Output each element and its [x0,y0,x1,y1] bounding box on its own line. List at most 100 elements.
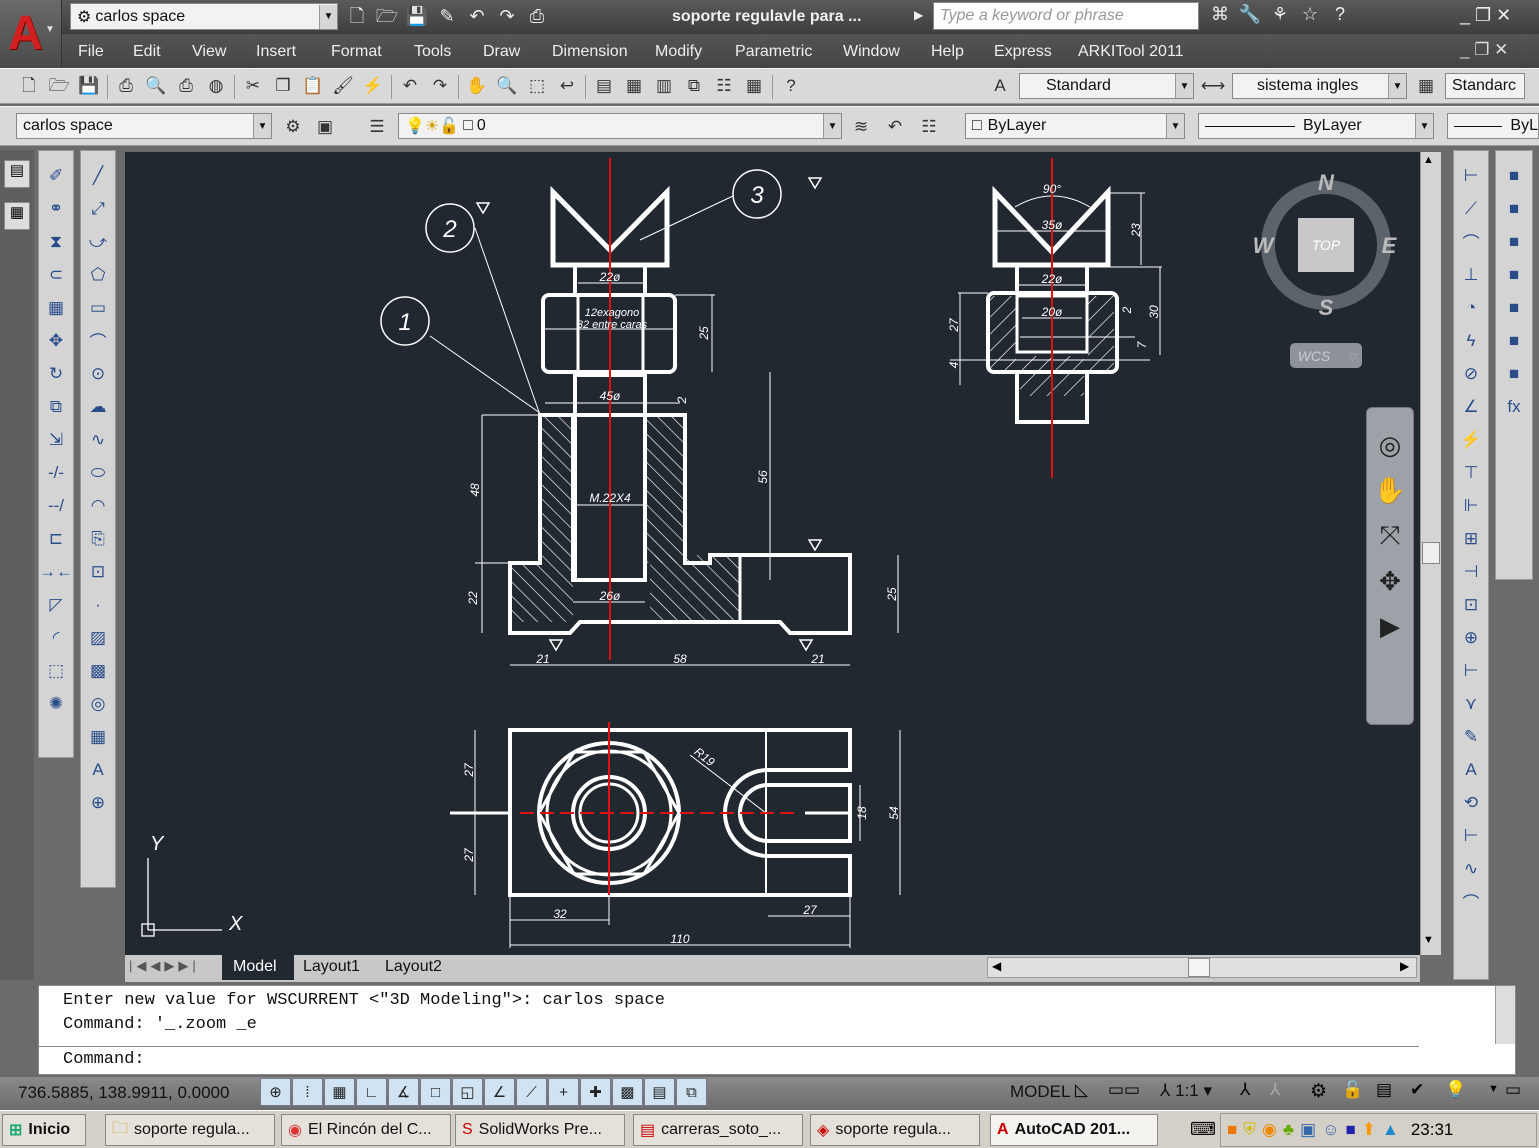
polar-icon[interactable]: ∡ [388,1078,419,1106]
fillet-icon[interactable]: ◜ [41,621,71,654]
rotate-icon[interactable]: ↻ [41,357,71,390]
make-current-layer-icon[interactable]: ≋ [846,113,876,141]
menu-format[interactable]: Format [331,43,382,61]
compass-west[interactable]: W [1253,233,1276,258]
color-dropdown[interactable]: □ ByLayer ▼ [965,113,1185,139]
horizontal-scrollbar[interactable]: ◀ ▶ [987,957,1417,978]
gradient-icon[interactable]: ▩ [83,654,113,687]
ordinate-icon[interactable]: ⊥ [1456,258,1486,291]
join-icon[interactable]: →← [39,555,73,588]
quick-view-layouts-icon[interactable]: ◺ [1075,1080,1088,1100]
lock-icon[interactable]: 🔓 [439,116,459,136]
dim-style-dropdown[interactable]: sistema ingles ▼ [1232,73,1407,99]
ducs-icon[interactable]: ⟋ [516,1078,547,1106]
construction-line-icon[interactable]: ⤢ [83,192,113,225]
taskbar-item[interactable]: S SolidWorks Pre... [455,1114,625,1146]
tray-app-icon[interactable]: ■ [1227,1120,1237,1140]
restore-icon[interactable]: ❐ [1474,40,1494,59]
dim-style-icon[interactable]: ⟷ [1198,72,1228,100]
quickcalc-icon[interactable]: ▦ [739,72,769,100]
osnap-icon[interactable]: □ [420,1078,451,1106]
lightbulb-icon[interactable]: 💡 [405,116,425,136]
properties-palette-icon[interactable]: ▤ [4,160,30,188]
table-style-icon[interactable]: ▦ [1411,72,1441,100]
insert-block-icon[interactable]: ⎘ [83,522,113,555]
baseline-icon[interactable]: ⊤ [1456,456,1486,489]
security-icon[interactable]: ⛨ [1243,1120,1256,1140]
vertical-scrollbar[interactable]: ▲ ▼ [1420,152,1441,955]
key-icon[interactable]: 🔧 [1235,4,1265,25]
help-icon[interactable]: ? [776,72,806,100]
copy-icon[interactable]: ❐ [268,72,298,100]
scrollbar-thumb[interactable] [1188,958,1210,977]
copy-object-icon[interactable]: ⚭ [41,192,71,225]
rectangle-icon[interactable]: ▭ [83,291,113,324]
redo-icon[interactable]: ↷ [425,72,455,100]
move-icon[interactable]: ✥ [41,324,71,357]
delete-constraints-icon[interactable]: ■ [1499,324,1529,357]
polygon-icon[interactable]: ⬠ [83,258,113,291]
layer-dropdown[interactable]: 💡 ☀ 🔓 □ 0 ▼ [398,113,842,139]
clean-screen-icon[interactable]: ▣ [310,113,340,141]
mirror-icon[interactable]: ⧗ [41,225,71,258]
jogged-icon[interactable]: ϟ [1456,324,1486,357]
workspace-switching-icon[interactable]: ⚙ [1310,1080,1327,1103]
workspace-combo[interactable]: carlos space ▼ [16,113,272,139]
menu-draw[interactable]: Draw [483,43,520,61]
revision-cloud-icon[interactable]: ☁ [83,390,113,423]
make-block-icon[interactable]: ⊡ [83,555,113,588]
explode-icon[interactable]: ✺ [41,687,71,720]
erase-icon[interactable]: ✐ [41,159,71,192]
block-editor-icon[interactable]: ⚡ [358,72,388,100]
tolerance-icon[interactable]: ⊡ [1456,588,1486,621]
ellipse-icon[interactable]: ⬭ [83,456,113,489]
tray-app-icon[interactable]: ▲ [1382,1120,1399,1140]
dim-break-icon[interactable]: ⊣ [1456,555,1486,588]
help-icon[interactable]: ? [1325,4,1355,25]
layer-previous-icon[interactable]: ↶ [880,113,910,141]
center-mark-icon[interactable]: ⊕ [1456,621,1486,654]
menu-window[interactable]: Window [843,43,900,61]
radius-icon[interactable]: ◔ [1456,291,1486,324]
table-style-dropdown[interactable]: Standarc [1445,73,1525,99]
start-button[interactable]: ⊞ Inicio [2,1114,86,1146]
transparency-icon[interactable]: ▩ [612,1078,643,1106]
quick-dim-icon[interactable]: ⚡ [1456,423,1486,456]
binoculars-icon[interactable]: ⌘ [1205,4,1235,25]
tab-layout1[interactable]: Layout1 [303,958,360,976]
close-icon[interactable]: ✕ [1494,40,1508,59]
taskbar-item[interactable]: A AutoCAD 201... [990,1114,1158,1146]
compass-south[interactable]: S [1319,295,1334,320]
undo-icon[interactable]: ↶ [462,6,492,27]
dim-text-edit-icon[interactable]: A [1456,753,1486,786]
lineweight-icon[interactable]: ✚ [580,1078,611,1106]
star-icon[interactable]: ☆ [1295,4,1325,25]
menu-insert[interactable]: Insert [256,43,296,61]
match-properties-icon[interactable]: 🖌 [328,72,358,100]
3d-box-icon[interactable]: ⬚ [41,654,71,687]
model-space-button[interactable]: MODEL [1010,1082,1070,1102]
restore-icon[interactable]: ❐ [1475,5,1496,25]
tab-nav-arrows[interactable]: |◀◀▶▶| [129,958,200,974]
ellipse-arc-icon[interactable]: ◠ [83,489,113,522]
lineweight-dropdown[interactable]: ByL [1447,113,1539,139]
arc-icon[interactable]: ⌒ [83,324,113,357]
menu-view[interactable]: View [192,43,226,61]
dyn-icon[interactable]: + [548,1078,579,1106]
point-icon[interactable]: · [83,588,113,621]
dim-space-icon[interactable]: ⊞ [1456,522,1486,555]
expand-arrow-icon[interactable]: ▶ [914,8,923,22]
params-manager-icon[interactable]: ■ [1499,357,1529,390]
taskbar-item[interactable]: ▤ carreras_soto_... [633,1114,803,1146]
satellite-icon[interactable]: ⚘ [1265,4,1295,25]
search-input[interactable]: Type a keyword or phrase [933,2,1199,30]
auto-constrain-icon[interactable]: ■ [1499,159,1529,192]
linetype-dropdown[interactable]: ByLayer ▼ [1198,113,1434,139]
text-style-icon[interactable]: A [985,72,1015,100]
3d-dwf-icon[interactable]: ◍ [201,72,231,100]
aligned-dim-icon[interactable]: ⟋ [1456,192,1486,225]
quick-props-icon[interactable]: ▤ [644,1078,675,1106]
arc-length-icon[interactable]: ⌒ [1456,225,1486,258]
workspace-dropdown[interactable]: ⚙ carlos space ▼ [70,3,338,30]
workspace-settings-icon[interactable]: ⚙ [278,113,308,141]
